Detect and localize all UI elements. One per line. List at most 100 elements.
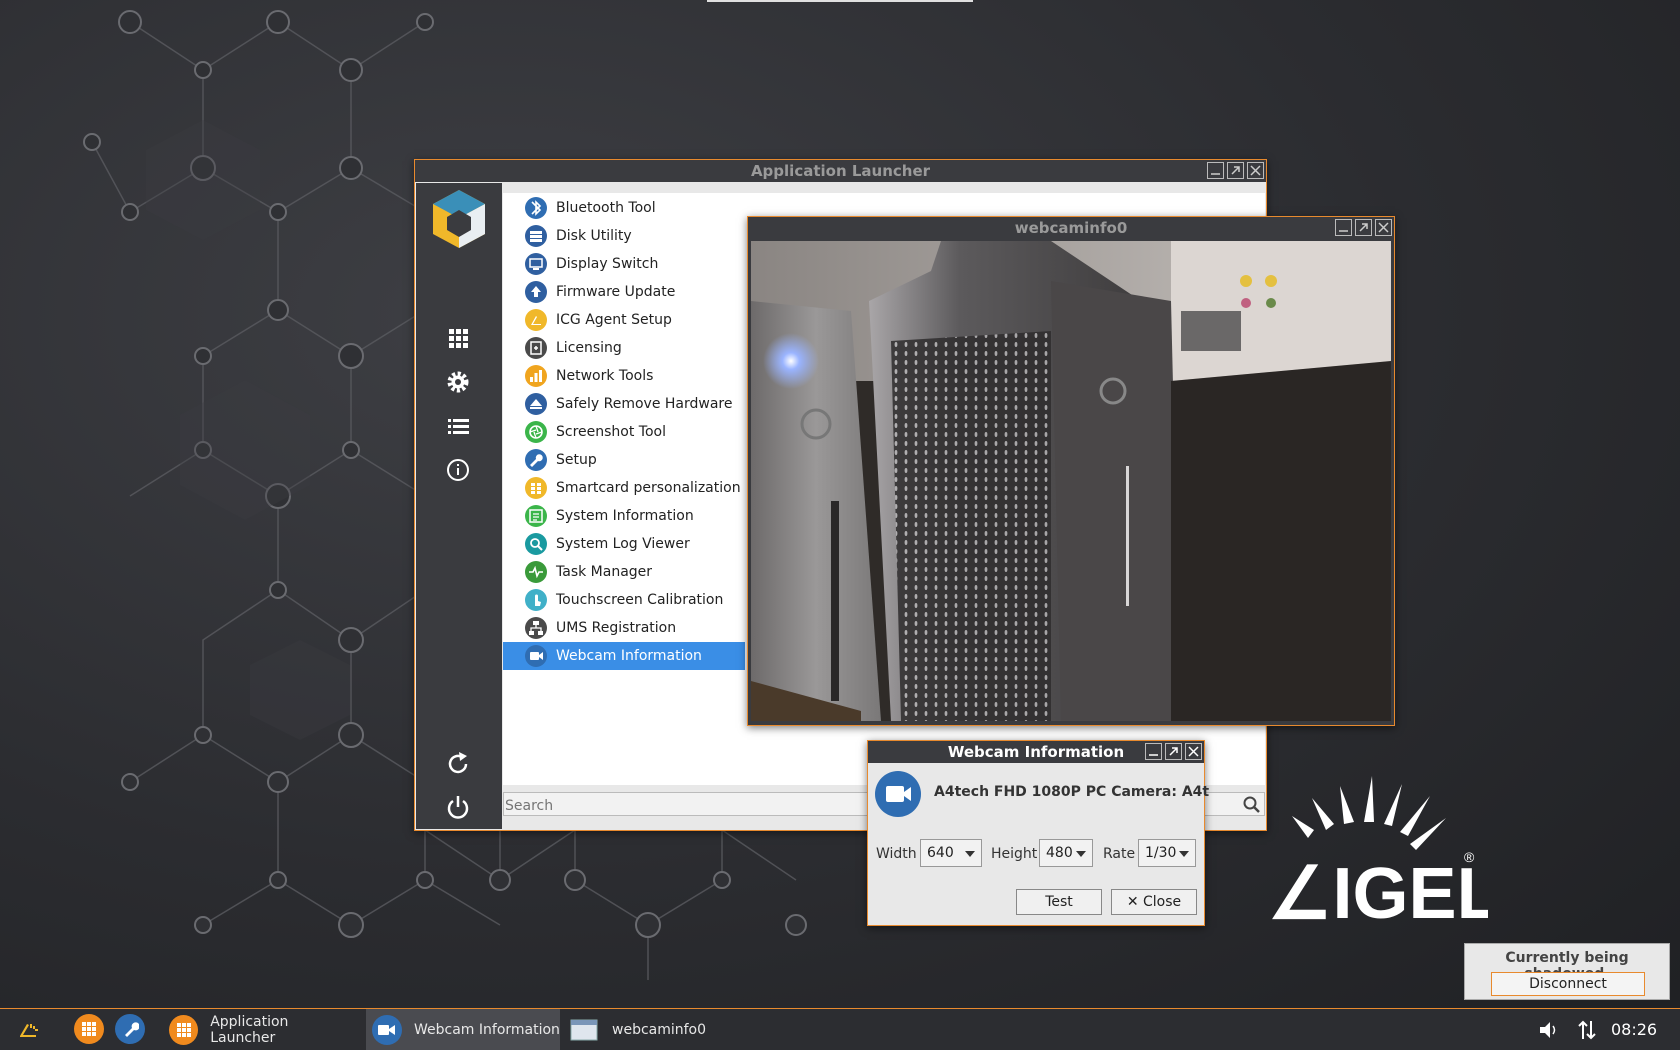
app-item-network-tools[interactable]: Network Tools (503, 362, 745, 390)
app-item-bluetooth-tool[interactable]: Bluetooth Tool (503, 194, 745, 222)
license-icon (525, 337, 547, 359)
setup-quick-icon[interactable] (115, 1014, 145, 1044)
apps-grid-icon[interactable] (443, 323, 473, 353)
heartbeat-icon (525, 561, 547, 583)
camera-name: A4tech FHD 1080P PC Camera: A4t (934, 784, 1210, 800)
app-item-webcam-information[interactable]: Webcam Information (503, 642, 745, 670)
igel-logo: ∠IGEL ® (1268, 776, 1488, 920)
minimize-button[interactable] (1335, 219, 1352, 236)
height-label: Height (991, 846, 1038, 862)
display-icon (525, 253, 547, 275)
task-webcam-information[interactable]: Webcam Information (366, 1009, 560, 1050)
maximize-button[interactable] (1165, 743, 1182, 760)
network-icon (525, 365, 547, 387)
app-item-label: Touchscreen Calibration (556, 592, 724, 608)
width-value: 640 (927, 845, 954, 861)
shadow-notification: Currently being shadowed. Disconnect (1464, 943, 1670, 1000)
bluetooth-icon (525, 197, 547, 219)
aperture-icon (525, 421, 547, 443)
rate-label: Rate (1103, 846, 1136, 862)
search-icon[interactable] (1242, 795, 1262, 815)
rate-select[interactable]: 1/30 (1138, 839, 1196, 867)
task-label: Webcam Information (414, 1021, 560, 1038)
minimize-button[interactable] (1145, 743, 1162, 760)
disk-icon (525, 225, 547, 247)
app-item-ums-registration[interactable]: UMS Registration (503, 614, 745, 642)
launcher-title: Application Launcher (750, 162, 931, 180)
touch-icon (525, 589, 547, 611)
app-item-label: Bluetooth Tool (556, 200, 656, 216)
minimize-button[interactable] (1207, 162, 1224, 179)
app-item-screenshot-tool[interactable]: Screenshot Tool (503, 418, 745, 446)
webcam-info-title: Webcam Information (947, 743, 1125, 761)
app-item-firmware-update[interactable]: Firmware Update (503, 278, 745, 306)
app-item-label: Disk Utility (556, 228, 632, 244)
webcam-icon (525, 645, 547, 667)
webcam-icon (875, 771, 921, 817)
webcam-image (751, 241, 1391, 721)
launcher-quick-icon[interactable] (74, 1014, 104, 1044)
app-item-label: ICG Agent Setup (556, 312, 672, 328)
webcam-preview-window: webcaminfo0 (747, 216, 1395, 726)
app-item-label: Smartcard personalization (556, 480, 741, 496)
app-item-icg-agent-setup[interactable]: ICG Agent Setup (503, 306, 745, 334)
chevron-down-icon (1179, 851, 1189, 857)
app-item-label: Setup (556, 452, 597, 468)
close-button[interactable] (1247, 162, 1264, 179)
task-application-launcher[interactable]: Application Launcher (164, 1009, 354, 1050)
app-item-disk-utility[interactable]: Disk Utility (503, 222, 745, 250)
launcher-titlebar[interactable]: Application Launcher (415, 160, 1266, 182)
test-button[interactable]: Test (1016, 889, 1102, 915)
gear-icon[interactable] (443, 367, 473, 397)
close-button[interactable] (1185, 743, 1202, 760)
app-item-touchscreen-calibration[interactable]: Touchscreen Calibration (503, 586, 745, 614)
app-item-licensing[interactable]: Licensing (503, 334, 745, 362)
close-button[interactable] (1375, 219, 1392, 236)
webcam-info-titlebar[interactable]: Webcam Information (868, 741, 1204, 763)
height-select[interactable]: 480 (1039, 839, 1093, 867)
height-value: 480 (1046, 845, 1073, 861)
app-item-label: Firmware Update (556, 284, 676, 300)
app-item-label: Licensing (556, 340, 622, 356)
width-select[interactable]: 640 (920, 839, 982, 867)
close-dialog-button[interactable]: ✕ Close (1111, 889, 1197, 915)
sysinfo-icon (525, 505, 547, 527)
wrench-icon (525, 449, 547, 471)
info-icon[interactable] (443, 455, 473, 485)
task-webcaminfo0[interactable]: webcaminfo0 (566, 1009, 716, 1050)
task-label: webcaminfo0 (612, 1021, 707, 1038)
list-icon[interactable] (443, 411, 473, 441)
igel-cube-logo (433, 190, 485, 248)
app-item-label: System Information (556, 508, 694, 524)
igel-icon (525, 309, 547, 331)
chevron-down-icon (1076, 851, 1086, 857)
app-item-smartcard-personalization[interactable]: Smartcard personalization (503, 474, 745, 502)
app-item-safely-remove-hardware[interactable]: Safely Remove Hardware (503, 390, 745, 418)
app-item-label: Safely Remove Hardware (556, 396, 733, 412)
igel-start-icon[interactable] (16, 1018, 42, 1042)
ums-icon (525, 617, 547, 639)
network-icon[interactable] (1576, 1019, 1598, 1041)
app-item-setup[interactable]: Setup (503, 446, 745, 474)
window-icon (570, 1019, 598, 1040)
disconnect-button[interactable]: Disconnect (1491, 972, 1645, 996)
app-item-label: Screenshot Tool (556, 424, 666, 440)
app-item-display-switch[interactable]: Display Switch (503, 250, 745, 278)
volume-icon[interactable] (1538, 1020, 1560, 1040)
upload-icon (525, 281, 547, 303)
app-item-system-information[interactable]: System Information (503, 502, 745, 530)
webcam-video-feed (751, 241, 1391, 721)
app-item-task-manager[interactable]: Task Manager (503, 558, 745, 586)
svg-text:∠IGEL: ∠IGEL (1268, 854, 1488, 920)
webcam-preview-titlebar[interactable]: webcaminfo0 (748, 217, 1394, 239)
refresh-icon[interactable] (443, 749, 473, 779)
app-item-label: Task Manager (556, 564, 653, 580)
app-item-system-log-viewer[interactable]: System Log Viewer (503, 530, 745, 558)
power-icon[interactable] (443, 792, 473, 822)
maximize-button[interactable] (1355, 219, 1372, 236)
maximize-button[interactable] (1227, 162, 1244, 179)
webcam-info-dialog: Webcam Information A4tech FHD 1080P PC C… (867, 740, 1209, 926)
webcam-task-icon (372, 1014, 402, 1045)
chevron-down-icon (965, 851, 975, 857)
clock[interactable]: 08:26 (1611, 1020, 1657, 1039)
